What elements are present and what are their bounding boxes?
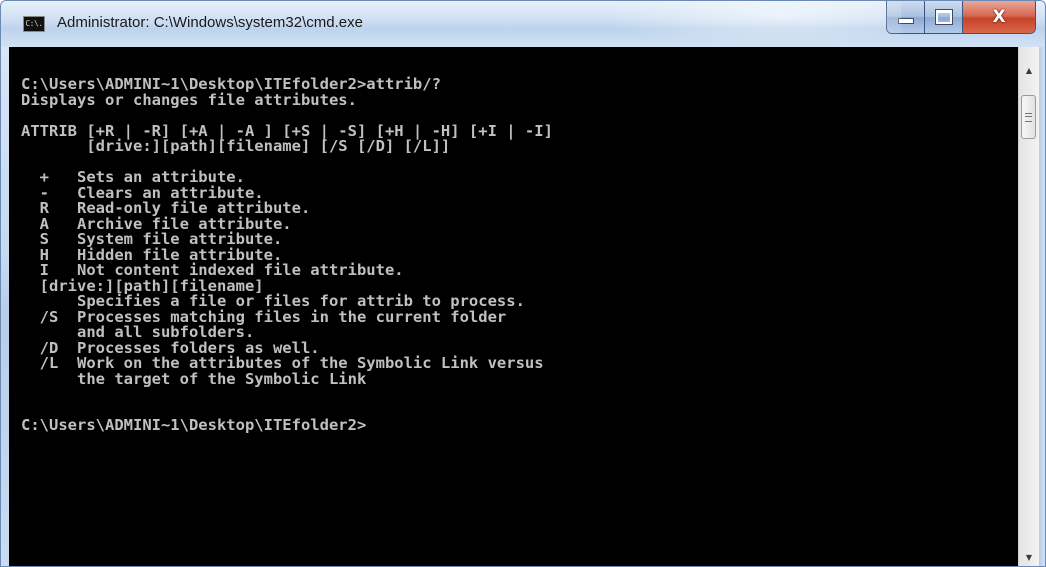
- maximize-button[interactable]: [925, 1, 963, 33]
- minimize-button[interactable]: [887, 1, 925, 33]
- cmd-window: C:\. Administrator: C:\Windows\system32\…: [0, 0, 1046, 567]
- window-frame-right: [1039, 47, 1045, 566]
- console-text: C:\Users\ADMINI~1\Desktop\ITEfolder2>att…: [21, 75, 553, 434]
- close-icon: X: [992, 7, 1006, 27]
- cmd-app-icon[interactable]: C:\.: [23, 16, 45, 32]
- title-bar[interactable]: C:\. Administrator: C:\Windows\system32\…: [1, 1, 1045, 47]
- close-button[interactable]: X: [963, 1, 1035, 33]
- scroll-down-arrow-icon[interactable]: ▼: [1019, 548, 1039, 566]
- vertical-scrollbar[interactable]: ▲ ▼: [1018, 47, 1039, 566]
- window-title: Administrator: C:\Windows\system32\cmd.e…: [57, 14, 363, 31]
- maximize-icon: [934, 9, 953, 25]
- scroll-up-arrow-icon[interactable]: ▲: [1019, 61, 1039, 79]
- scroll-thumb[interactable]: [1021, 95, 1036, 139]
- minimize-icon: [897, 18, 914, 24]
- window-controls: X: [886, 1, 1036, 34]
- console-output-area[interactable]: C:\Users\ADMINI~1\Desktop\ITEfolder2>att…: [9, 47, 1018, 566]
